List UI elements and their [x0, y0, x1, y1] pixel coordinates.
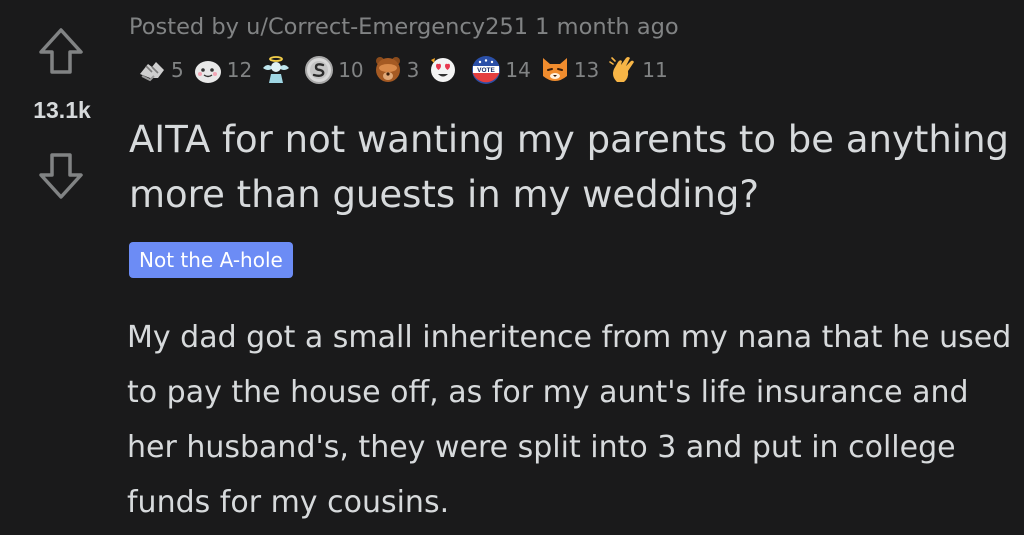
award-vote[interactable]: VOTE 14: [470, 54, 531, 86]
award-clapping-hand[interactable]: 11: [607, 54, 668, 86]
cat-icon: [542, 58, 567, 81]
clapping-hand-icon: [609, 57, 635, 82]
downvote-button[interactable]: [38, 152, 84, 200]
silver-coin-icon: [305, 56, 334, 84]
post-meta: Posted by u/Correct-Emergency251 1 month…: [129, 14, 679, 40]
award-helping-hands[interactable]: 5: [136, 54, 184, 86]
vote-badge-icon: VOTE: [472, 56, 501, 84]
helping-hands-icon: [140, 62, 164, 82]
award-count: 5: [171, 58, 184, 82]
upvote-button[interactable]: [38, 27, 84, 75]
award-cat[interactable]: 13: [539, 54, 599, 86]
award-count: 13: [573, 58, 600, 82]
award-angel[interactable]: [260, 54, 295, 86]
post-title[interactable]: AITA for not wanting my parents to be an…: [129, 112, 1019, 222]
svg-text:VOTE: VOTE: [478, 67, 496, 74]
award-wholesome-seal[interactable]: 12: [192, 54, 252, 86]
upvote-arrow-icon: [39, 28, 83, 74]
award-count: 11: [642, 58, 668, 82]
award-count: 3: [406, 58, 420, 82]
heart-eyes-icon: [431, 58, 456, 82]
award-count: 12: [226, 58, 253, 82]
award-bear-facepalm[interactable]: 3: [372, 54, 420, 86]
angel-icon: [263, 56, 290, 83]
award-count: 10: [338, 58, 364, 82]
award-count: 14: [505, 58, 531, 82]
vote-score: 13.1k: [33, 97, 91, 123]
awards-bar[interactable]: 5 12 10 3 VOTE 14 13 11: [136, 52, 676, 88]
vote-column: 13.1k: [0, 0, 124, 535]
award-heart-eyes[interactable]: [427, 54, 462, 86]
wholesome-seal-icon: [194, 61, 221, 83]
post-flair[interactable]: Not the A-hole: [129, 242, 293, 278]
bear-facepalm-icon: [375, 57, 400, 82]
award-silver[interactable]: 10: [303, 54, 364, 86]
post-body: My dad got a small inheritence from my n…: [127, 320, 1012, 520]
downvote-arrow-icon: [39, 153, 83, 199]
